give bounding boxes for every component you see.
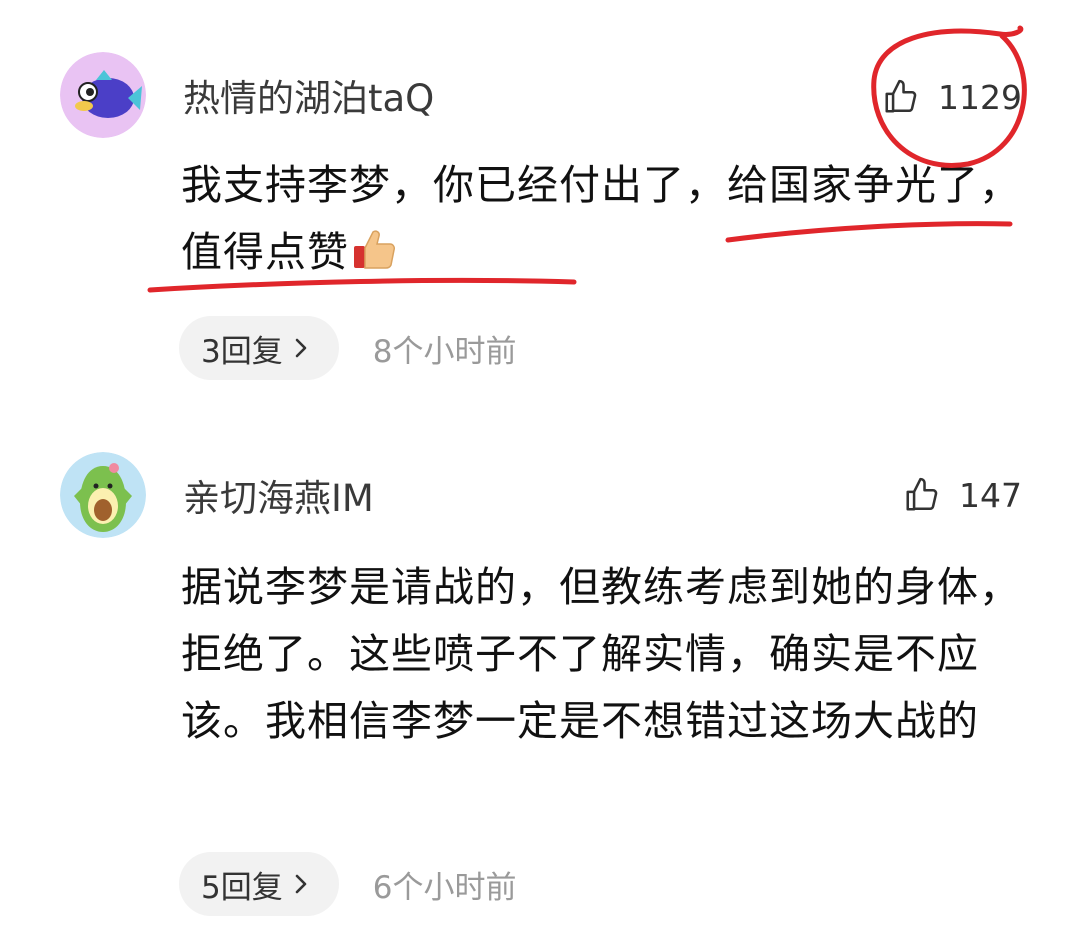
- comment-text: 据说李梦是请战的，但教练考虑到她的身体，拒绝了。这些喷子不了解实情，确实是不应该…: [181, 554, 1021, 755]
- username[interactable]: 热情的湖泊taQ: [183, 80, 434, 117]
- thumbs-up-emoji-icon: [351, 225, 397, 292]
- comment-text: 我支持李梦，你已经付出了，给国家争光了，值得点赞: [181, 152, 1021, 292]
- comment-item: 亲切海燕IM 147 据说李梦是请战的，但教练考虑到她的身体，拒绝了。这些喷子不…: [0, 400, 1080, 949]
- comment-text-content: 我支持李梦，你已经付出了，给国家争光了，值得点赞: [181, 161, 1021, 276]
- like-button[interactable]: 147: [903, 476, 1022, 514]
- replies-label: 3回复: [201, 333, 283, 370]
- comment-meta: 5回复 6个小时前: [179, 852, 516, 916]
- comment-text-content: 据说李梦是请战的，但教练考虑到她的身体，拒绝了。这些喷子不了解实情，确实是不应该…: [181, 563, 1021, 745]
- replies-button[interactable]: 5回复: [179, 852, 339, 916]
- avatar[interactable]: [60, 52, 146, 138]
- timestamp: 8个小时前: [372, 333, 517, 370]
- username[interactable]: 亲切海燕IM: [183, 480, 374, 517]
- avocado-avatar-icon: [60, 452, 146, 538]
- replies-label: 5回复: [201, 869, 283, 906]
- like-button[interactable]: 1129: [882, 78, 1022, 116]
- like-count: 1129: [938, 77, 1022, 117]
- comment-meta: 3回复 8个小时前: [179, 316, 516, 380]
- thumbs-up-icon: [906, 477, 938, 511]
- avatar[interactable]: [60, 452, 146, 538]
- replies-button[interactable]: 3回复: [179, 316, 339, 380]
- like-count: 147: [959, 475, 1022, 515]
- fish-avatar-icon: [60, 52, 146, 138]
- thumbs-up-icon: [885, 79, 917, 113]
- chevron-right-icon: [295, 874, 307, 894]
- timestamp: 6个小时前: [372, 869, 517, 906]
- chevron-right-icon: [295, 338, 307, 358]
- comment-item: 热情的湖泊taQ 1129 我支持李梦，你已经付出了，给国家争光了，值得点赞 3…: [0, 0, 1080, 400]
